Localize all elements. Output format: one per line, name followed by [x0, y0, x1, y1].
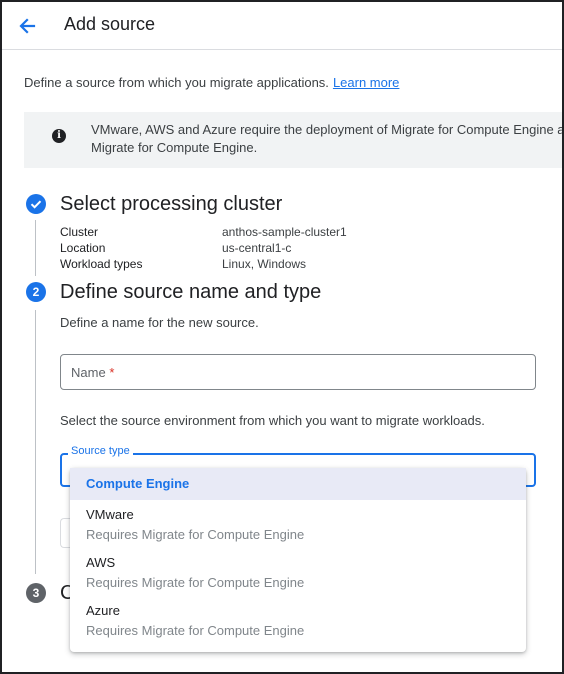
step-2-title: Define source name and type	[60, 281, 322, 303]
info-banner: i VMware, AWS and Azure require the depl…	[24, 112, 564, 168]
location-label: Location	[60, 241, 106, 255]
location-value: us-central1-c	[222, 241, 292, 255]
option-sublabel: Requires Migrate for Compute Engine	[86, 575, 305, 590]
name-field-label: Name *	[71, 365, 115, 380]
page-header: Add source	[2, 2, 562, 50]
arrow-back-icon	[19, 18, 36, 34]
info-icon: i	[52, 129, 66, 143]
option-label: AWS	[86, 555, 116, 570]
workload-types-label: Workload types	[60, 257, 143, 271]
intro-text: Define a source from which you migrate a…	[24, 75, 399, 90]
intro-description: Define a source from which you migrate a…	[24, 75, 329, 90]
step-1-title: Select processing cluster	[60, 193, 283, 215]
source-type-label: Source type	[68, 445, 133, 457]
name-help-text: Define a name for the new source.	[60, 315, 259, 330]
learn-more-link[interactable]: Learn more	[333, 75, 399, 90]
option-aws[interactable]: AWS Requires Migrate for Compute Engine	[70, 548, 526, 596]
app-frame: Add source Define a source from which yo…	[0, 0, 564, 674]
step-connector-2	[35, 310, 36, 574]
option-sublabel: Requires Migrate for Compute Engine	[86, 527, 305, 542]
option-vmware[interactable]: VMware Requires Migrate for Compute Engi…	[70, 500, 526, 548]
cluster-label: Cluster	[60, 225, 99, 239]
option-azure[interactable]: Azure Requires Migrate for Compute Engin…	[70, 596, 526, 644]
workload-types-value: Linux, Windows	[222, 257, 307, 271]
step-3-number: 3	[26, 583, 46, 603]
option-label: Compute Engine	[86, 476, 190, 491]
page-title: Add source	[64, 14, 156, 34]
source-type-help-text: Select the source environment from which…	[60, 413, 485, 428]
banner-line-1: VMware, AWS and Azure require the deploy…	[91, 122, 564, 137]
banner-text: VMware, AWS and Azure require the deploy…	[91, 121, 564, 157]
option-label: VMware	[86, 507, 134, 522]
step-1-complete-icon	[26, 194, 46, 214]
option-compute-engine[interactable]: Compute Engine	[70, 468, 526, 500]
source-type-dropdown: Compute Engine VMware Requires Migrate f…	[70, 468, 526, 652]
option-label: Azure	[86, 603, 120, 618]
step-2-number: 2	[26, 282, 46, 302]
cluster-value: anthos-sample-cluster1	[222, 225, 347, 239]
option-sublabel: Requires Migrate for Compute Engine	[86, 623, 305, 638]
step-connector-1	[35, 220, 36, 276]
name-input[interactable]: Name *	[60, 354, 536, 390]
banner-line-2: Migrate for Compute Engine.	[91, 140, 258, 155]
back-button[interactable]	[14, 12, 42, 40]
